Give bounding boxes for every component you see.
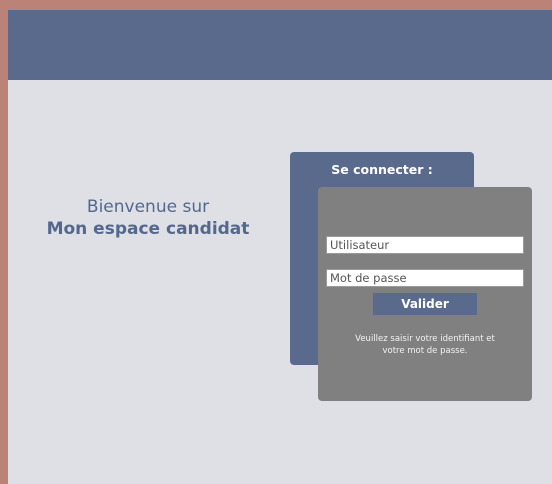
- help-line: votre mot de passe.: [382, 346, 468, 356]
- welcome-title: Mon espace candidat: [46, 219, 250, 239]
- submit-button[interactable]: Valider: [373, 293, 477, 315]
- username-input[interactable]: [326, 236, 524, 254]
- login-title: Se connecter :: [331, 162, 433, 177]
- page: Bienvenue sur Mon espace candidat Se con…: [8, 10, 552, 484]
- login-form: Valider Veuillez saisir votre identifian…: [318, 187, 532, 401]
- welcome-message: Bienvenue sur Mon espace candidat: [38, 196, 258, 241]
- welcome-line: Bienvenue sur: [86, 197, 210, 217]
- help-text: Veuillez saisir votre identifiant et vot…: [340, 333, 510, 357]
- password-input[interactable]: [326, 269, 524, 287]
- help-line: Veuillez saisir votre identifiant et: [355, 334, 495, 344]
- header-bar: [8, 10, 552, 80]
